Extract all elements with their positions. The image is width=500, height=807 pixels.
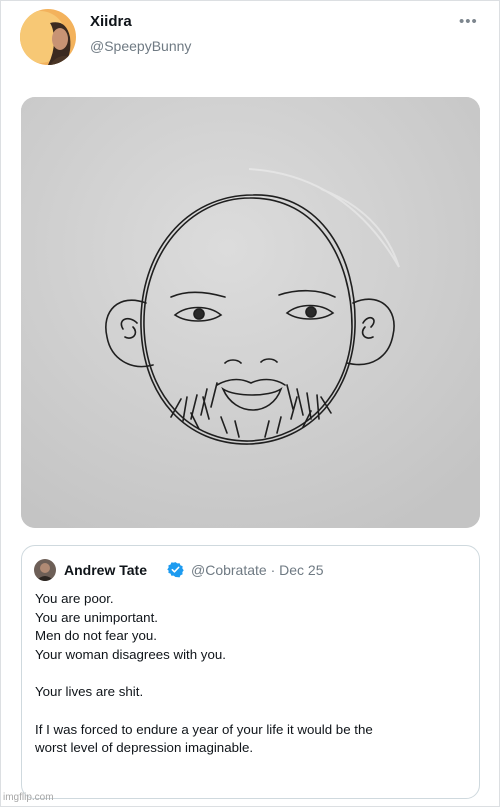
quoted-author-avatar[interactable]: [34, 559, 56, 581]
quoted-handle-date[interactable]: @Cobratate · Dec 25: [191, 562, 324, 578]
quoted-text-line: You are unimportant.: [35, 609, 158, 625]
quoted-text-line: worst level of depression imaginable.: [35, 740, 254, 755]
quoted-text-line: If I was forced to endure a year of your…: [35, 721, 373, 737]
author-name[interactable]: Xiidra: [90, 13, 132, 30]
watermark: imgflip.com: [3, 792, 54, 803]
quoted-text-line: Men do not fear you.: [35, 628, 157, 643]
more-icon[interactable]: •••: [459, 13, 478, 30]
quoted-tweet[interactable]: Andrew Tate @Cobratate · Dec 25 You are …: [21, 545, 480, 799]
quoted-text-line: You are poor.: [35, 591, 114, 606]
quoted-author-name[interactable]: Andrew Tate: [64, 562, 147, 578]
quoted-text-line: Your woman disagrees with you.: [35, 646, 226, 662]
tweet-card: Xiidra @SpeepyBunny ••• Andrew Tate @Cob…: [0, 0, 500, 807]
verified-badge-icon: [167, 561, 184, 578]
quoted-tweet-text: You are poor. You are unimportant. Men d…: [35, 590, 465, 758]
portrait-sketch: [21, 97, 480, 528]
tweet-media-image[interactable]: [21, 97, 480, 528]
author-handle[interactable]: @SpeepyBunny: [90, 38, 191, 54]
author-avatar[interactable]: [20, 9, 76, 65]
quoted-text-line: Your lives are shit.: [35, 684, 144, 699]
